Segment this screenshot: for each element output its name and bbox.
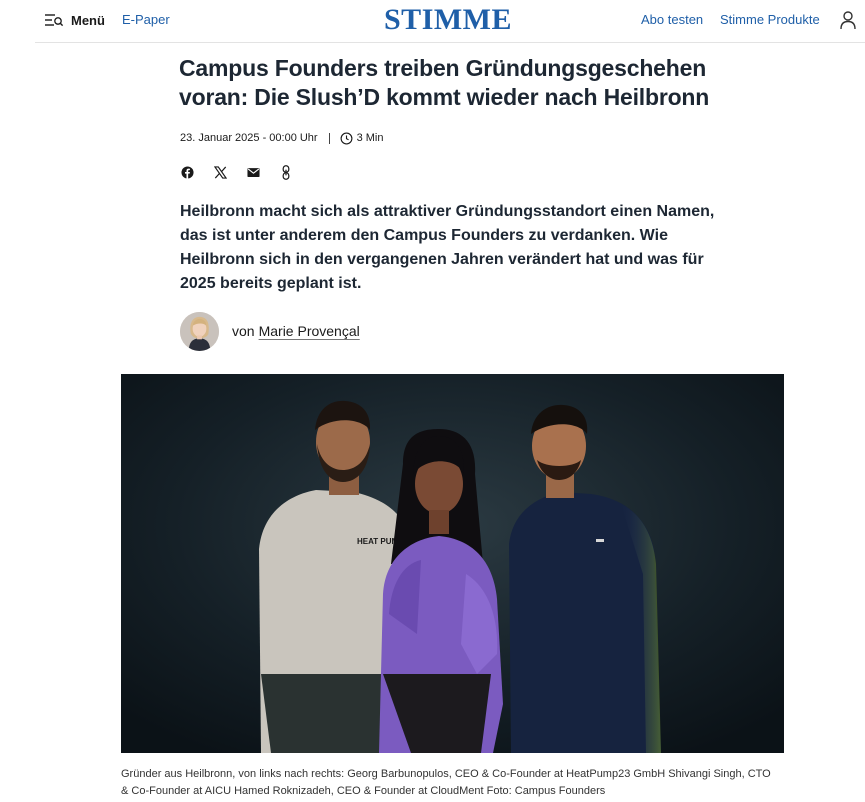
header-divider	[35, 42, 865, 43]
clock-icon	[340, 132, 353, 144]
article-lead: Heilbronn macht sich als attraktiver Grü…	[180, 203, 715, 292]
epaper-link[interactable]: E-Paper	[122, 12, 170, 27]
mail-icon	[246, 167, 260, 177]
photo-caption: Gründer aus Heilbronn, von links nach re…	[121, 768, 771, 797]
x-share-button[interactable]	[213, 165, 227, 179]
author-name-link[interactable]: Marie Provençal	[259, 323, 360, 339]
menu-button[interactable]: Menü	[44, 10, 105, 30]
meta-divider	[328, 132, 330, 144]
x-icon	[213, 165, 227, 179]
article-photo[interactable]: HEAT PUMP23	[121, 374, 784, 753]
mail-share-button[interactable]	[246, 165, 260, 179]
link-icon	[282, 164, 290, 180]
stimme-produkte-link[interactable]: Stimme Produkte	[720, 12, 820, 27]
author-prefix: von	[232, 323, 255, 339]
user-account-icon[interactable]	[839, 10, 857, 30]
author-avatar[interactable]	[180, 311, 219, 351]
author-byline: von Marie Provençal	[180, 311, 360, 351]
abo-testen-link[interactable]: Abo testen	[641, 12, 703, 27]
site-header: Menü E-Paper STIMME Abo testen Stimme Pr…	[0, 0, 865, 42]
facebook-icon	[180, 165, 194, 179]
stimme-logo[interactable]: STIMME	[384, 4, 512, 36]
read-time: 3 Min	[356, 132, 384, 144]
menu-label: Menü	[71, 12, 105, 28]
menu-search-icon	[45, 14, 64, 27]
share-bar	[180, 164, 312, 180]
founders-group-photo: HEAT PUMP23	[121, 374, 784, 753]
copy-link-button[interactable]	[279, 164, 293, 180]
article-headline: Campus Founders treiben Gründungsgescheh…	[179, 55, 710, 110]
facebook-share-button[interactable]	[180, 165, 194, 179]
publish-date: 23. Januar 2025 - 00:00 Uhr	[180, 132, 318, 144]
article-meta: 23. Januar 2025 - 00:00 Uhr 3 Min	[180, 131, 384, 145]
